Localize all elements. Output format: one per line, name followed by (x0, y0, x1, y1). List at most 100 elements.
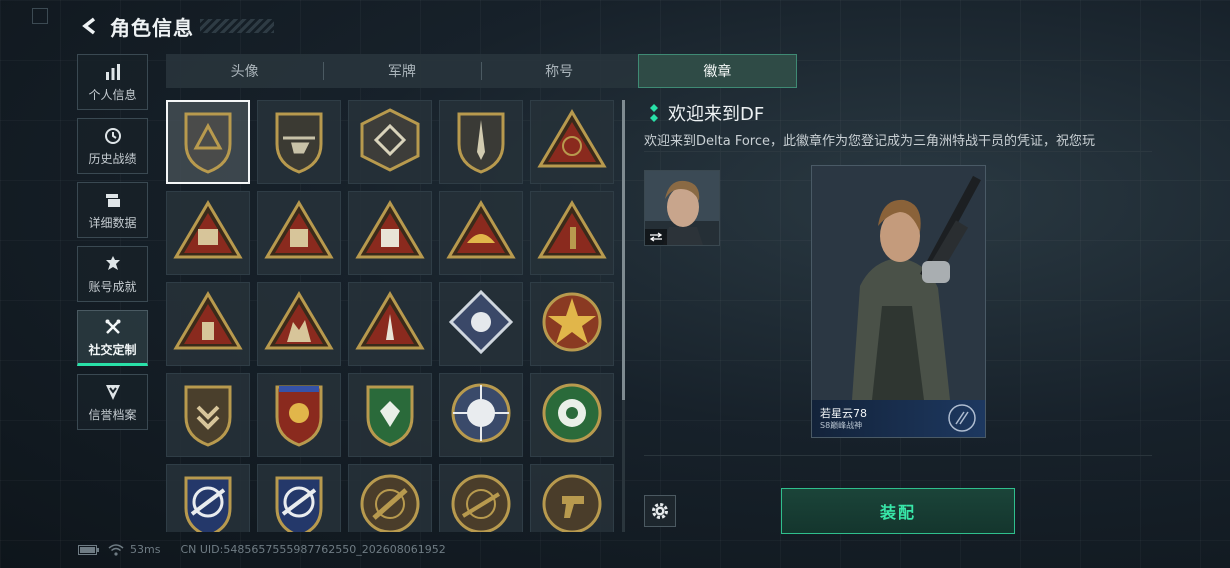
badge-slot[interactable] (530, 191, 614, 275)
badge-slot[interactable] (257, 100, 341, 184)
operator-card: 若星云78 S8巅峰战神 (811, 165, 986, 438)
sidebar-item-personal-info[interactable]: 个人信息 (77, 54, 148, 110)
triangle-emblem-badge-icon (172, 104, 244, 180)
badge-grid-container (166, 100, 614, 532)
badge-slot[interactable] (348, 282, 432, 366)
dagger-shield-badge-icon (445, 104, 517, 180)
sidebar-item-history[interactable]: 历史战绩 (77, 118, 148, 174)
badge-slot[interactable] (166, 464, 250, 532)
equip-button[interactable]: 装配 (781, 488, 1015, 534)
badge-slot[interactable] (530, 100, 614, 184)
badge-slot[interactable] (257, 464, 341, 532)
green-floral-badge-icon (536, 377, 608, 453)
tab-badge[interactable]: 徽章 (637, 54, 797, 88)
sidebar-item-achievements[interactable]: 账号成就 (77, 246, 148, 302)
operator-subtitle: S8巅峰战神 (820, 421, 863, 430)
pistol-round-shield-badge-icon (536, 468, 608, 532)
operator-portrait-image (812, 166, 985, 400)
folder-icon (103, 190, 123, 210)
badge-grid-scroll-thumb[interactable] (622, 100, 625, 400)
soldiers-triangle-badge-icon (263, 286, 335, 362)
swap-icon (645, 229, 667, 245)
sidebar: 个人信息 历史战绩 详细数据 账号成就 社交定制 信誉档案 (77, 54, 150, 438)
green-gem-shield-badge-icon (354, 377, 426, 453)
tab-title[interactable]: 称号 (480, 54, 638, 88)
helicopter-badge-icon (263, 104, 335, 180)
operator-name: 若星云78 (820, 407, 867, 420)
tab-bar: 头像 军牌 称号 徽章 (166, 54, 797, 88)
rose-diamond-badge-icon (445, 286, 517, 362)
badge-slot[interactable] (166, 100, 250, 184)
badge-slot[interactable] (348, 464, 432, 532)
back-arrow-icon (82, 17, 96, 35)
achievement-icon (103, 254, 123, 274)
badge-slot[interactable] (530, 373, 614, 457)
badge-description: 欢迎来到Delta Force，此徽章作为您登记成为三角洲特战干员的凭证，祝您玩 (644, 134, 1095, 149)
sidebar-item-social-custom[interactable]: 社交定制 (77, 310, 148, 366)
battery-icon (78, 544, 99, 555)
badge-name: 欢迎来到DF (668, 104, 765, 125)
rifle-crosshair-shield-badge-icon (172, 468, 244, 532)
number-one-triangle-badge-icon (536, 195, 608, 271)
rifle-crosshair-shield-badge-2-icon (263, 468, 335, 532)
sidebar-item-label: 历史战绩 (88, 151, 137, 166)
title-decoration (200, 19, 274, 33)
badge-slot[interactable] (439, 191, 523, 275)
avatar[interactable] (644, 170, 720, 246)
rifle-round-shield-badge-icon (354, 468, 426, 532)
badge-slot[interactable] (439, 373, 523, 457)
corner-marker (32, 8, 48, 24)
sidebar-item-label: 详细数据 (88, 215, 137, 230)
tab-avatar[interactable]: 头像 (166, 54, 323, 88)
sidebar-item-detailed-data[interactable]: 详细数据 (77, 182, 148, 238)
page-title: 角色信息 (110, 15, 194, 40)
settings-button[interactable] (644, 495, 676, 527)
badge-slot[interactable] (166, 373, 250, 457)
diamond-emblem-badge-icon (354, 104, 426, 180)
chevron-shield-badge-icon (172, 377, 244, 453)
badge-slot[interactable] (348, 191, 432, 275)
history-clock-icon (103, 126, 123, 146)
ping-value: 53ms (130, 543, 161, 556)
divider (644, 455, 1152, 456)
badge-grid (166, 100, 614, 532)
badge-slot[interactable] (348, 373, 432, 457)
wifi-icon (108, 543, 124, 556)
s8-triangle-badge-icon (354, 195, 426, 271)
s7-triangle-badge-icon (263, 195, 335, 271)
flashdrive-triangle-badge-icon (172, 286, 244, 362)
star-skull-badge-icon (536, 286, 608, 362)
badge-detail-header: 欢迎来到DF (648, 100, 764, 126)
back-button[interactable] (78, 14, 102, 38)
sidebar-item-credit[interactable]: 信誉档案 (77, 374, 148, 430)
badge-slot[interactable] (166, 282, 250, 366)
badge-slot[interactable] (439, 282, 523, 366)
bar-chart-icon (103, 62, 123, 82)
rank-emblem-icon (948, 404, 976, 432)
badge-slot[interactable] (257, 282, 341, 366)
badge-slot[interactable] (530, 282, 614, 366)
badge-slot[interactable] (348, 100, 432, 184)
badge-slot[interactable] (257, 191, 341, 275)
s4-triangle-badge-icon (172, 195, 244, 271)
skull-crosshair-badge-icon (445, 377, 517, 453)
sidebar-item-label: 个人信息 (88, 87, 137, 102)
sidebar-item-label: 社交定制 (88, 342, 137, 357)
operator-card-footer: 若星云78 S8巅峰战神 (812, 400, 985, 437)
badge-slot[interactable] (439, 100, 523, 184)
page-header: 角色信息 (78, 12, 274, 40)
badge-slot[interactable] (166, 191, 250, 275)
tools-icon (103, 317, 123, 337)
gear-icon (652, 503, 668, 519)
shield-chevron-icon (103, 382, 123, 402)
divider (644, 151, 1152, 152)
diamond-marker-icon (648, 103, 660, 123)
badge-slot[interactable] (439, 464, 523, 532)
badge-slot[interactable] (257, 373, 341, 457)
badge-slot[interactable] (530, 464, 614, 532)
rocket-triangle-badge-icon (354, 286, 426, 362)
sniper-round-shield-badge-icon (445, 468, 517, 532)
tab-dogtag[interactable]: 军牌 (323, 54, 480, 88)
sidebar-item-label: 账号成就 (88, 279, 137, 294)
sidebar-item-label: 信誉档案 (88, 407, 137, 422)
